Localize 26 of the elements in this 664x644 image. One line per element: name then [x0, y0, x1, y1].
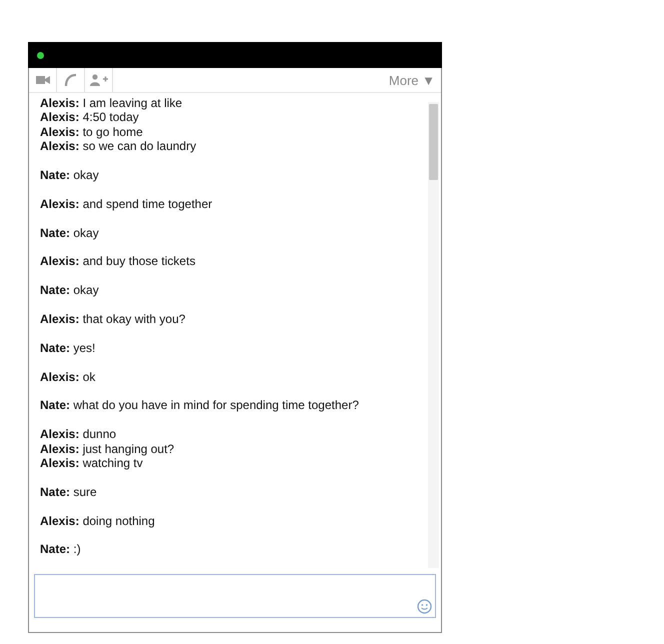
message-input-field[interactable]	[34, 574, 436, 618]
chat-message: Alexis: doing nothing	[40, 514, 155, 528]
chat-message: Nate: yes!	[40, 340, 96, 356]
chat-message: Nate: okay	[40, 283, 99, 298]
add-person-icon	[90, 74, 108, 86]
chat-message: Alexis: and buy those tickets	[40, 254, 196, 269]
chat-message: Nate: :)	[40, 542, 81, 557]
chat-message: Alexis: that okay with you?	[40, 312, 186, 326]
chat-message: Alexis: I am leaving at like	[40, 96, 182, 110]
chat-message: Nate: sure	[40, 484, 97, 500]
more-menu-button[interactable]: More ▼	[382, 68, 441, 92]
chat-message: Alexis: 4:50 today	[40, 110, 139, 125]
chat-message: Alexis: watching tv	[40, 456, 143, 470]
chat-message: Alexis: so we can do laundry	[40, 139, 196, 154]
chat-message: Alexis: dunno	[40, 427, 116, 442]
video-camera-icon	[36, 75, 50, 85]
chat-message: Nate: what do you have in mind for spending time together?	[40, 398, 359, 413]
chat-message: Nate: okay	[40, 168, 99, 182]
chat-message: Alexis: just hanging out?	[40, 442, 174, 456]
scrollbar[interactable]	[428, 102, 439, 568]
chat-message: Alexis: to go home	[40, 124, 143, 140]
chat-message: Nate: okay	[40, 226, 99, 240]
chat-message: Alexis: and spend time together	[40, 196, 212, 212]
chat-message: Alexis: ok	[40, 370, 96, 384]
smiley-icon[interactable]	[417, 599, 432, 614]
phone-handset-icon	[64, 73, 78, 87]
